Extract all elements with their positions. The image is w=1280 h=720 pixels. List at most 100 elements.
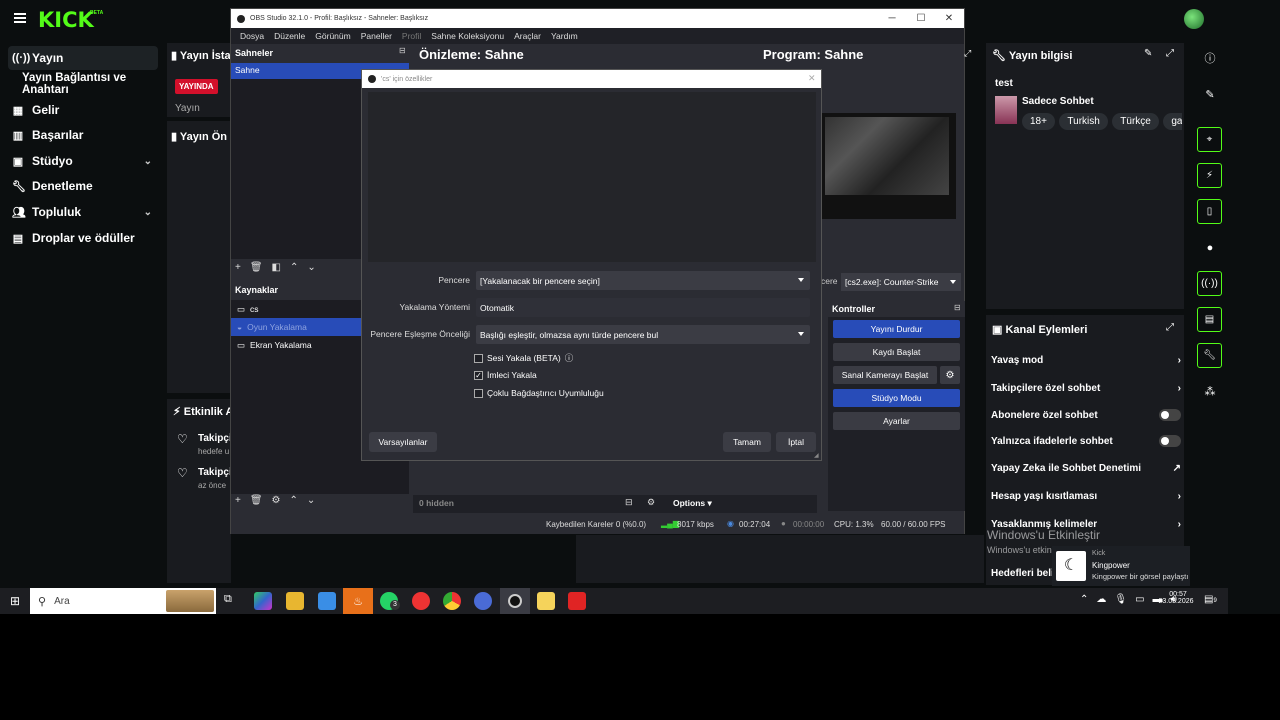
action-followers-only[interactable]: Takipçilere özel sohbet › xyxy=(991,378,1181,398)
menu-item[interactable]: Araçlar xyxy=(509,31,546,41)
defaults-button[interactable]: Varsayılanlar xyxy=(369,432,437,452)
start-recording-button[interactable]: Kaydı Başlat xyxy=(833,343,960,361)
resize-grip-icon[interactable]: ◢ xyxy=(814,452,819,459)
edit-icon[interactable]: ✎ xyxy=(1144,48,1152,59)
down-icon[interactable]: ⌄ xyxy=(307,262,315,273)
close-icon[interactable]: ✕ xyxy=(934,9,964,28)
popout-icon[interactable]: ⤢ xyxy=(1166,48,1174,59)
capture-cursor-checkbox[interactable]: ✓ İmleci Yakala xyxy=(474,370,537,380)
stop-stream-button[interactable]: Yayını Durdur xyxy=(833,320,960,338)
action-ai-moderation[interactable]: Yapay Zeka ile Sohbet Denetimi ↗ xyxy=(991,458,1181,478)
maximize-icon[interactable]: ☐ xyxy=(906,9,936,28)
multi-adapter-checkbox[interactable]: Çoklu Bağdaştırıcı Uyumluluğu xyxy=(474,388,604,398)
gear-icon[interactable]: ⚙︎ xyxy=(647,497,655,508)
window-select[interactable]: [cs2.exe]: Counter-Strike xyxy=(841,273,961,291)
ok-button[interactable]: Tamam xyxy=(723,432,771,452)
sidebar-item-basarilar[interactable]: ▥ Başarılar xyxy=(8,123,158,147)
up-icon[interactable]: ⌃ xyxy=(290,262,298,273)
windows-start-icon[interactable]: ⊞ xyxy=(10,594,20,608)
trash-icon[interactable]: 🗑︎ xyxy=(250,495,263,506)
down-icon[interactable]: ⌄ xyxy=(307,495,315,506)
virtual-camera-button[interactable]: Sanal Kamerayı Başlat xyxy=(833,366,937,384)
steam-icon[interactable]: ♨︎ xyxy=(343,588,373,614)
up-icon[interactable]: ⌃ xyxy=(290,495,298,506)
chevron-up-icon[interactable]: ⌃ xyxy=(1080,594,1088,605)
menu-item[interactable]: Dosya xyxy=(235,31,269,41)
chat-icon[interactable]: ● xyxy=(1200,238,1220,258)
pencil-icon[interactable]: ✎ xyxy=(1200,84,1220,104)
folder-icon[interactable] xyxy=(286,592,304,610)
capture-method-dropdown[interactable]: Otomatik xyxy=(476,298,810,317)
task-view-icon[interactable]: ⧉ xyxy=(224,593,232,606)
menu-item[interactable]: Görünüm xyxy=(310,31,355,41)
notification-center-icon[interactable]: ▤9 xyxy=(1204,594,1217,605)
menu-item[interactable]: Paneller xyxy=(356,31,397,41)
capture-audio-checkbox[interactable]: Sesi Yakala (BETA) ⓘ xyxy=(474,352,573,364)
mic-icon[interactable]: 🎙︎ xyxy=(1114,594,1127,605)
studio-mode-button[interactable]: Stüdyo Modu xyxy=(833,389,960,407)
sidebar-item-studyo[interactable]: ▣ Stüdyo ⌄ xyxy=(8,149,158,173)
sidebar-item-gelir[interactable]: ▦ Gelir xyxy=(8,98,158,122)
gear-icon[interactable]: ⚙︎ xyxy=(940,366,960,384)
action-emote-only[interactable]: Yalnızca ifadelerle sohbet xyxy=(991,431,1181,451)
trash-icon[interactable]: 🗑︎ xyxy=(250,262,263,273)
action-goals[interactable]: Hedefleri beli xyxy=(991,563,1061,583)
checkbox-box[interactable]: ✓ xyxy=(474,370,483,380)
help-icon[interactable]: ⓘ xyxy=(565,352,574,364)
cancel-button[interactable]: İptal xyxy=(776,432,816,452)
menu-icon[interactable] xyxy=(14,13,26,23)
toggle[interactable] xyxy=(1159,435,1181,447)
apps-icon[interactable]: ⁂ xyxy=(1200,381,1220,401)
dock-menu-icon[interactable]: ⊟ xyxy=(954,303,961,312)
action-slow-mode[interactable]: Yavaş mod › xyxy=(991,350,1181,370)
sidebar-item-denetleme[interactable]: 🔧︎ Denetleme xyxy=(8,174,158,198)
popout-icon[interactable]: ⤢ xyxy=(1166,322,1174,333)
wrench-icon[interactable]: 🔧︎ xyxy=(1197,343,1222,368)
menu-item[interactable]: Düzenle xyxy=(269,31,310,41)
search-box[interactable]: ⚲ Ara xyxy=(30,588,216,614)
capture-icon[interactable]: ⌖ xyxy=(1197,127,1222,152)
add-icon[interactable]: + xyxy=(235,495,241,506)
browser-icon[interactable] xyxy=(474,592,492,610)
notes-icon[interactable] xyxy=(537,592,555,610)
sidebar-item-droplar[interactable]: ▤ Droplar ve ödüller xyxy=(8,226,158,250)
add-icon[interactable]: + xyxy=(235,262,241,273)
obs-taskbar-icon[interactable] xyxy=(500,588,530,614)
layout-icon[interactable]: ⊟ xyxy=(625,497,633,508)
menu-item[interactable]: Sahne Koleksiyonu xyxy=(426,31,509,41)
copilot-icon[interactable] xyxy=(254,592,272,610)
broadcast-icon[interactable]: ((·)) xyxy=(1197,271,1222,296)
cloud-icon[interactable]: ☁︎ xyxy=(1096,594,1106,605)
minimize-icon[interactable]: ─ xyxy=(877,9,907,28)
menu-item[interactable]: Yardım xyxy=(546,31,583,41)
avatar[interactable] xyxy=(1184,9,1204,29)
sidebar-item-yayin[interactable]: ((·)) Yayın xyxy=(8,46,158,70)
info-icon[interactable]: ⓘ xyxy=(1200,48,1220,68)
options-button[interactable]: Options ▾ xyxy=(673,498,712,509)
document-icon[interactable]: ▯ xyxy=(1197,199,1222,224)
checkbox-box[interactable] xyxy=(474,388,483,398)
popout-icon[interactable]: ⤢ xyxy=(964,48,971,59)
network-icon[interactable]: ▭ xyxy=(1135,594,1144,605)
action-subscribers-only[interactable]: Abonelere özel sohbet xyxy=(991,405,1181,425)
sidebar-item-stream-key[interactable]: Yayın Bağlantısı ve Anahtarı xyxy=(22,72,167,96)
whatsapp-icon[interactable]: 3 xyxy=(380,592,400,610)
sidebar-item-topluluk[interactable]: 👥︎ Topluluk ⌄ xyxy=(8,200,158,224)
chrome-icon[interactable] xyxy=(443,592,461,610)
kick-logo[interactable]: KICK xyxy=(38,8,94,32)
store-icon[interactable] xyxy=(318,592,336,610)
settings-button[interactable]: Ayarlar xyxy=(833,412,960,430)
window-dropdown[interactable]: [Yakalanacak bir pencere seçin] xyxy=(476,271,810,290)
toggle[interactable] xyxy=(1159,409,1181,421)
close-icon[interactable]: ✕ xyxy=(808,73,816,84)
checkbox-box[interactable] xyxy=(474,353,483,363)
layout-icon[interactable]: ▤ xyxy=(1197,307,1222,332)
clock[interactable]: 00:57 23.03.2026 xyxy=(1158,591,1196,605)
action-account-age[interactable]: Hesap yaşı kısıtlaması › xyxy=(991,486,1181,506)
gear-icon[interactable]: ⚙︎ xyxy=(272,495,281,506)
app-icon[interactable] xyxy=(412,592,430,610)
media-icon[interactable] xyxy=(568,592,586,610)
match-priority-dropdown[interactable]: Başlığı eşleştir, olmazsa aynı türde pen… xyxy=(476,325,810,344)
menu-item[interactable]: Profil xyxy=(397,31,426,41)
filter-icon[interactable]: ◧ xyxy=(272,262,281,273)
